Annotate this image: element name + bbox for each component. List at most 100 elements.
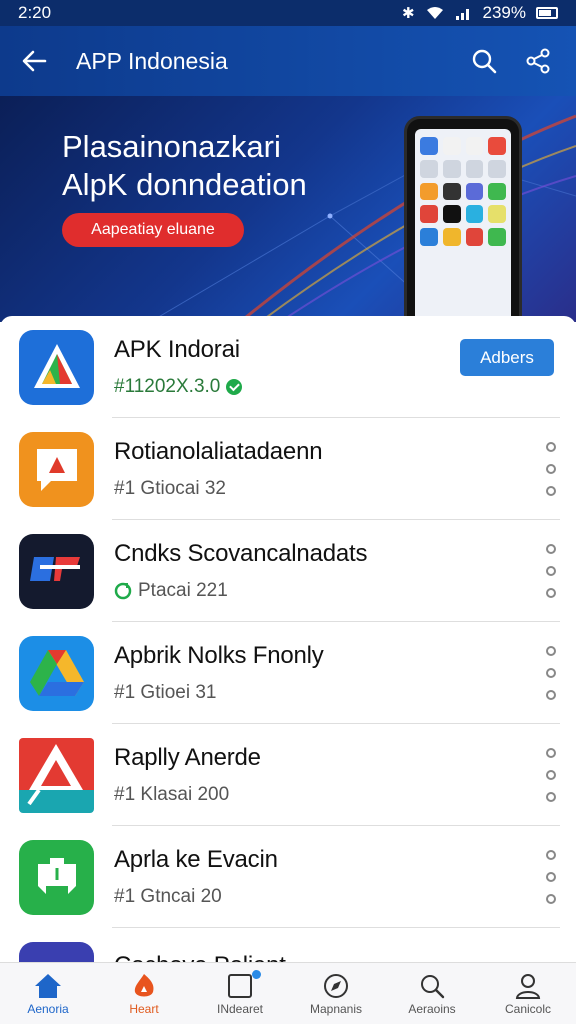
battery-percent: 239% [482,3,526,22]
phone-app-icon [488,205,506,223]
app-info: Rotianolaliatadaenn #1 Gtiocai 32 [114,438,576,500]
list-item[interactable]: Aprla ke Evacin #1 Gtncai 20 [0,826,576,928]
app-logo-icon [29,650,84,696]
more-dot-icon [546,588,556,598]
more-dot-icon [546,690,556,700]
nav-label: INdearet [216,1001,264,1016]
phone-app-icon [465,182,484,201]
phone-app-icon [420,205,438,223]
app-meta-text: #11202X.3.0 [114,376,221,397]
nav-search[interactable]: Aeraoins [384,963,480,1024]
status-bar: 2:20 ✱ 239% [0,0,576,26]
app-meta-text: #1 Gtiocai 32 [114,478,226,499]
app-logo-icon [33,344,80,388]
home-icon [35,973,61,998]
search-icon [472,49,497,74]
app-name: Raplly Anerde [114,744,261,771]
verified-icon [226,379,243,395]
phone-app-icon [488,228,506,246]
more-dot-icon [546,442,556,452]
chat-bubble-icon [36,449,77,491]
notification-dot [252,970,261,979]
user-icon [515,973,541,999]
battery-icon [536,7,558,19]
arrow-left-icon [22,50,47,72]
list-item[interactable]: Apbrik Nolks Fnonly #1 Gtioei 31 [0,622,576,724]
more-dot-icon [546,668,556,678]
phone-app-icon [465,205,484,223]
promo-banner[interactable]: Plasainonazkari AlpK donndeation Aapeati… [0,96,576,322]
nav-heart[interactable]: Heart [96,963,192,1024]
phone-app-icon [420,137,438,155]
app-meta-text: #1 Klasai 200 [114,784,230,805]
more-options-button[interactable] [542,646,560,700]
phone-app-icon [442,182,461,201]
phone-app-icon [488,137,506,155]
more-dot-icon [546,770,556,780]
app-meta: #1 Gtncai 20 [114,886,576,908]
more-dot-icon [546,544,556,554]
more-options-button[interactable] [542,544,560,598]
page-title: APP Indonesia [76,47,228,74]
list-item[interactable]: Cochove Poliant [0,928,576,962]
share-icon [526,48,550,74]
app-name: Apbrik Nolks Fnonly [114,642,324,669]
phone-app-icon [420,159,438,178]
phone-app-icon [465,137,484,155]
app-bar: APP Indonesia [0,26,576,96]
bottom-navigation: Aenoria Heart INdearet Mapnanis Aeraoins… [0,962,576,1024]
nav-label: Heart [129,1001,159,1016]
wifi-icon [426,7,443,19]
phone-app-icon [488,182,506,201]
banner-title-line1: Plasainonazkari [62,129,281,164]
nav-explore[interactable]: Mapnanis [288,963,384,1024]
flame-icon [134,973,154,996]
more-dot-icon [546,748,556,758]
nav-updates[interactable]: INdearet [192,963,288,1024]
more-options-button[interactable] [542,442,560,496]
phone-app-icon [442,205,461,223]
banner-title: Plasainonazkari AlpK donndeation [62,128,307,204]
list-item[interactable]: APK Indorai #11202X.3.0 Adbers [0,316,576,418]
share-button[interactable] [516,39,560,83]
app-logo-icon [37,858,76,894]
status-icons: ✱ 239% [402,3,558,23]
status-time: 2:20 [18,3,52,22]
app-name: Aprla ke Evacin [114,846,278,873]
app-meta: #11202X.3.0 [114,376,576,398]
app-info: Raplly Anerde #1 Klasai 200 [114,744,576,806]
list-item[interactable]: Cndks Scovancalnadats Ptacai 221 [0,520,576,622]
app-meta: Ptacai 221 [114,580,576,602]
more-dot-icon [546,464,556,474]
phone-app-icon [442,228,461,246]
more-options-button[interactable] [542,850,560,904]
app-info: Cochove Poliant [114,942,576,962]
list-item[interactable]: Rotianolaliatadaenn #1 Gtiocai 32 [0,418,576,520]
app-meta-text: Ptacai 221 [138,580,228,601]
phone-app-icon [488,159,506,178]
app-icon [19,431,94,507]
search-icon [421,974,445,998]
nav-profile[interactable]: Canicolc [480,963,576,1024]
phone-app-icon [465,159,484,178]
phone-app-icon [420,182,438,201]
phone-app-icon [442,137,461,155]
app-meta: #1 Gtioei 31 [114,682,576,704]
install-button[interactable]: Adbers [460,339,554,376]
app-list: APK Indorai #11202X.3.0 Adbers Rotianola… [0,316,576,962]
banner-title-line2: AlpK donndeation [62,167,307,202]
nav-home[interactable]: Aenoria [0,963,96,1024]
search-button[interactable] [462,39,506,83]
banner-cta-button[interactable]: Aapeatiay eluane [62,213,244,247]
back-button[interactable] [16,43,52,79]
app-logo-icon [29,557,80,581]
bluetooth-icon: ✱ [401,5,415,22]
app-icon [19,533,94,609]
list-item[interactable]: Raplly Anerde #1 Klasai 200 [0,724,576,826]
nav-label: Mapnanis [309,1001,363,1016]
more-options-button[interactable] [542,748,560,802]
refresh-icon [114,582,132,600]
more-dot-icon [546,872,556,882]
app-info: Cndks Scovancalnadats Ptacai 221 [114,540,576,602]
compass-icon [324,973,348,998]
